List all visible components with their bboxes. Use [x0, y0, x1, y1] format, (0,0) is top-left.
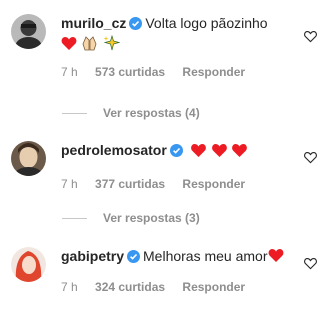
- comment-time: 7 h: [61, 280, 78, 294]
- replies-divider: [62, 113, 87, 115]
- comment-text: Melhoras meu amor: [143, 248, 268, 264]
- heart-emoji-icon: [232, 144, 248, 157]
- reply-button[interactable]: Responder: [182, 280, 245, 294]
- like-heart-icon[interactable]: [304, 257, 317, 270]
- comment-meta: 7 h 324 curtidas Responder: [61, 280, 291, 294]
- avatar[interactable]: [11, 141, 46, 176]
- comment-time: 7 h: [61, 177, 78, 191]
- reply-button[interactable]: Responder: [182, 65, 245, 79]
- view-replies-button[interactable]: Ver respostas (4): [62, 106, 200, 120]
- view-replies-button[interactable]: Ver respostas (3): [62, 211, 200, 225]
- comment-line: murilo_cz Volta logo pãozinho: [61, 14, 291, 32]
- comment-line: pedrolemosator: [61, 141, 291, 162]
- comment-body: pedrolemosator 7 h 377 curtidas Responde…: [61, 141, 291, 191]
- view-replies-label[interactable]: Ver respostas (3): [103, 211, 200, 225]
- folded-hands-emoji-icon: [83, 36, 97, 51]
- like-heart-icon[interactable]: [304, 30, 317, 43]
- likes-count[interactable]: 324 curtidas: [95, 280, 165, 294]
- comment-username[interactable]: pedrolemosator: [61, 142, 167, 158]
- comment-text: Volta logo pãozinho: [145, 15, 268, 31]
- heart-emoji-icon: [211, 144, 227, 157]
- comment-body: gabipetry Melhoras meu amor 7 h 324 curti…: [61, 247, 291, 294]
- likes-count[interactable]: 377 curtidas: [95, 177, 165, 191]
- heart-emoji-icon: [268, 249, 283, 262]
- comment-time: 7 h: [61, 65, 78, 79]
- comment-meta: 7 h 377 curtidas Responder: [61, 177, 291, 191]
- comment-username[interactable]: gabipetry: [61, 248, 124, 264]
- replies-divider: [62, 218, 87, 220]
- emoji-row: [190, 143, 249, 162]
- view-replies-label[interactable]: Ver respostas (4): [103, 106, 200, 120]
- sparkles-emoji-icon: [103, 34, 121, 51]
- comment-line: gabipetry Melhoras meu amor: [61, 247, 291, 265]
- likes-count[interactable]: 573 curtidas: [95, 65, 165, 79]
- verified-badge-icon: [129, 17, 143, 30]
- reply-button[interactable]: Responder: [182, 177, 245, 191]
- avatar[interactable]: [11, 14, 46, 49]
- verified-badge-icon: [127, 250, 141, 263]
- like-heart-icon[interactable]: [304, 151, 317, 164]
- comment-body: murilo_cz Volta logo pãozinho 7 h 573 cur…: [61, 14, 291, 79]
- verified-badge-icon: [169, 144, 183, 157]
- avatar[interactable]: [11, 247, 46, 282]
- heart-emoji-icon: [61, 37, 77, 50]
- emoji-row: [61, 34, 291, 56]
- heart-emoji-icon: [190, 144, 206, 157]
- comment-meta: 7 h 573 curtidas Responder: [61, 65, 291, 79]
- comment-username[interactable]: murilo_cz: [61, 15, 126, 31]
